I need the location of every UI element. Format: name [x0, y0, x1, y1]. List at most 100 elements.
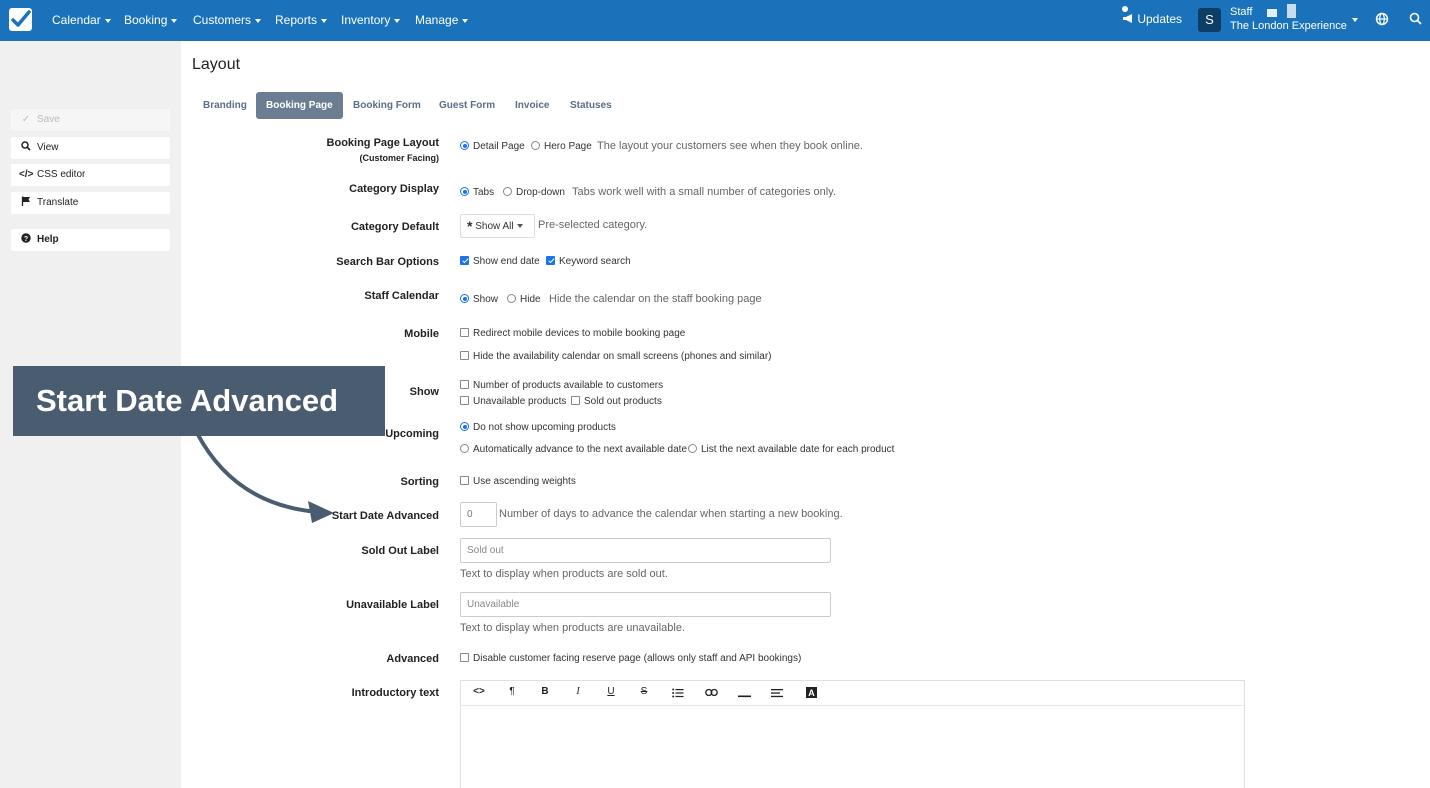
tab-guest-form[interactable]: Guest Form — [439, 92, 495, 119]
avatar[interactable]: S — [1198, 8, 1221, 32]
radio-unselected-icon — [507, 294, 516, 303]
nav-inventory[interactable]: Inventory — [341, 13, 401, 27]
checkbox-unchecked-icon — [460, 380, 469, 389]
link-icon[interactable] — [703, 688, 719, 700]
checkbox-checked-icon — [460, 256, 469, 265]
flag-icon — [19, 192, 33, 214]
checkbox-redirect-mobile[interactable]: Redirect mobile devices to mobile bookin… — [460, 328, 685, 339]
user-org[interactable]: The London Experience — [1230, 20, 1347, 32]
font-color-icon[interactable]: A — [803, 687, 819, 701]
checkbox-sold-out-products[interactable]: Sold out products — [571, 396, 662, 407]
checkbox-disable-reserve-page[interactable]: Disable customer facing reserve page (al… — [460, 653, 801, 664]
strikethrough-icon[interactable]: S — [636, 686, 652, 697]
tab-booking-page[interactable]: Booking Page — [256, 92, 343, 119]
category-default-label: Category Default — [350, 221, 439, 233]
nav-manage[interactable]: Manage — [415, 13, 469, 27]
megaphone-icon — [1123, 14, 1132, 23]
checkbox-keyword-search[interactable]: Keyword search — [546, 256, 631, 267]
radio-selected-icon — [460, 422, 469, 431]
checkbox-unavailable-products[interactable]: Unavailable products — [460, 396, 566, 407]
svg-text:?: ? — [24, 236, 28, 243]
tab-invoice[interactable]: Invoice — [515, 92, 549, 119]
underline-icon[interactable]: U — [603, 686, 619, 697]
globe-icon[interactable] — [1375, 12, 1389, 26]
booking-page-layout-help: The layout your customers see when they … — [597, 140, 863, 152]
checkbox-unchecked-icon — [460, 328, 469, 337]
horizontal-rule-icon[interactable] — [736, 690, 752, 701]
booking-page-layout-label: Booking Page Layout — [326, 137, 439, 149]
checkbox-unchecked-icon — [460, 396, 469, 405]
asterisk-icon: * — [467, 218, 473, 234]
list-icon[interactable] — [670, 688, 686, 701]
redacted-block — [1287, 4, 1296, 18]
italic-icon[interactable]: I — [570, 686, 586, 697]
radio-hide[interactable]: Hide — [507, 294, 541, 305]
start-date-advanced-help: Number of days to advance the calendar w… — [499, 508, 843, 520]
radio-drop-down[interactable]: Drop-down — [503, 187, 565, 198]
sorting-label: Sorting — [400, 476, 440, 488]
tab-branding[interactable]: Branding — [203, 92, 247, 119]
start-date-advanced-input[interactable]: 0 — [460, 502, 497, 527]
code-icon: </> — [19, 169, 34, 180]
notification-dot-icon — [1122, 6, 1128, 12]
radio-detail-page[interactable]: Detail Page — [460, 141, 525, 152]
introductory-text-editor[interactable]: <> ¶ B I U S A — [460, 680, 1245, 788]
sold-out-label-help: Text to display when products are sold o… — [460, 568, 668, 580]
updates-button[interactable]: Updates — [1122, 6, 1182, 26]
advanced-label: Advanced — [386, 653, 439, 665]
radio-list-next-date[interactable]: List the next available date for each pr… — [688, 444, 894, 455]
search-icon — [19, 137, 33, 159]
chevron-down-icon — [462, 18, 469, 23]
bold-icon[interactable]: B — [537, 686, 553, 697]
view-button[interactable]: View — [11, 137, 170, 159]
check-icon: ✓ — [21, 114, 31, 125]
upcoming-label: Upcoming — [385, 428, 439, 440]
checkbox-unchecked-icon — [460, 351, 469, 360]
checkbox-unchecked-icon — [460, 653, 469, 662]
editor-toolbar: <> ¶ B I U S A — [461, 681, 1244, 706]
help-button[interactable]: ? Help — [11, 229, 170, 251]
code-view-icon[interactable]: <> — [471, 686, 487, 697]
category-display-label: Category Display — [349, 183, 439, 195]
radio-selected-icon — [460, 141, 469, 150]
radio-selected-icon — [460, 294, 469, 303]
chevron-down-icon — [321, 18, 328, 23]
chevron-down-icon — [394, 18, 401, 23]
checkbox-checked-icon — [546, 256, 555, 265]
radio-tabs[interactable]: Tabs — [460, 187, 494, 198]
translate-button[interactable]: Translate — [11, 192, 170, 214]
checkbox-ascending-weights[interactable]: Use ascending weights — [460, 476, 576, 487]
checkbox-unchecked-icon — [571, 396, 580, 405]
user-role[interactable]: Staff — [1230, 6, 1252, 18]
category-default-select[interactable]: * Show All — [460, 214, 535, 238]
tab-booking-form[interactable]: Booking Form — [353, 92, 421, 119]
svg-text:A: A — [808, 688, 815, 698]
annotation-callout: Start Date Advanced — [13, 366, 385, 436]
radio-unselected-icon — [688, 444, 697, 453]
nav-booking[interactable]: Booking — [124, 13, 178, 27]
radio-show[interactable]: Show — [460, 294, 498, 305]
unavailable-label-input[interactable]: Unavailable — [460, 592, 831, 617]
top-navbar: Calendar Booking Customers Reports Inven… — [0, 0, 1430, 41]
unavailable-label-help: Text to display when products are unavai… — [460, 622, 686, 634]
app-logo-icon[interactable] — [9, 8, 32, 31]
nav-reports[interactable]: Reports — [275, 13, 328, 27]
checkbox-hide-availability-calendar[interactable]: Hide the availability calendar on small … — [460, 351, 771, 362]
save-button[interactable]: ✓ Save — [11, 109, 170, 131]
checkbox-show-end-date[interactable]: Show end date — [460, 256, 540, 267]
sold-out-label-input[interactable]: Sold out — [460, 538, 831, 563]
chevron-down-icon — [255, 18, 262, 23]
checkbox-number-of-products[interactable]: Number of products available to customer… — [460, 380, 663, 391]
css-editor-button[interactable]: </> CSS editor — [11, 164, 170, 186]
nav-customers[interactable]: Customers — [193, 13, 262, 27]
tab-statuses[interactable]: Statuses — [570, 92, 612, 119]
radio-auto-advance[interactable]: Automatically advance to the next availa… — [460, 444, 687, 455]
nav-calendar[interactable]: Calendar — [52, 13, 111, 27]
chevron-down-icon — [516, 224, 523, 229]
align-icon[interactable] — [769, 688, 785, 701]
paragraph-icon[interactable]: ¶ — [504, 686, 520, 697]
search-icon[interactable] — [1409, 12, 1422, 25]
radio-hero-page[interactable]: Hero Page — [531, 141, 592, 152]
radio-do-not-show-upcoming[interactable]: Do not show upcoming products — [460, 422, 616, 433]
user-menu-chevron-icon[interactable] — [1352, 18, 1358, 22]
